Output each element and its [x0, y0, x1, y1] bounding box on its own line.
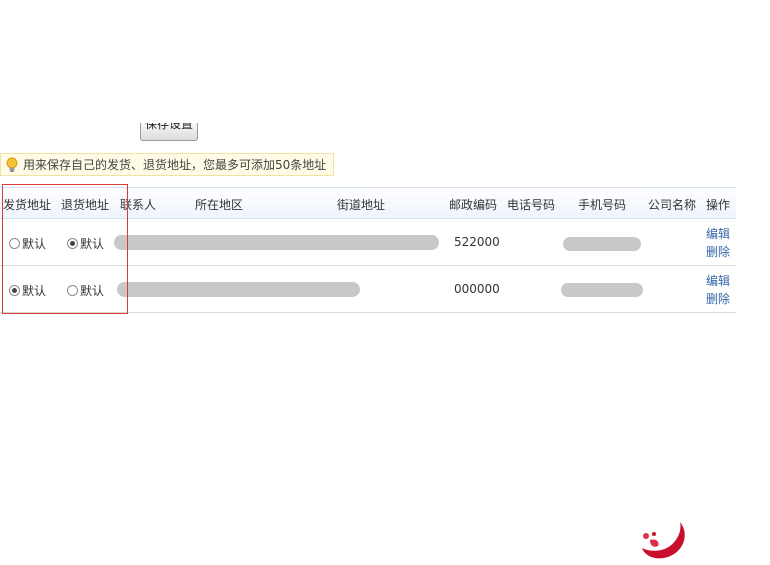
postal-code: 000000 [454, 282, 500, 296]
tip-text: 用来保存自己的发货、退货地址，您最多可添加50条地址 [23, 158, 327, 172]
header-postal-code: 邮政编码 [449, 198, 498, 212]
brand-logo-icon [636, 518, 692, 565]
redacted-mobile [561, 283, 643, 297]
tip-banner: 用来保存自己的发货、退货地址，您最多可添加50条地址 [0, 153, 334, 176]
postal-code: 522000 [454, 235, 500, 249]
header-street: 街道地址 [337, 198, 386, 212]
header-region: 所在地区 [195, 198, 244, 212]
lightbulb-icon [3, 157, 21, 173]
header-mobile: 手机号码 [578, 198, 627, 212]
delete-link[interactable]: 删除 [706, 243, 730, 260]
save-settings-button[interactable]: 保存设置 [140, 123, 198, 141]
header-actions: 操作 [706, 198, 731, 212]
header-company: 公司名称 [648, 198, 697, 212]
delete-link[interactable]: 删除 [706, 290, 730, 307]
edit-link[interactable]: 编辑 [706, 272, 730, 289]
redacted-address [114, 235, 439, 250]
edit-link[interactable]: 编辑 [706, 225, 730, 242]
redacted-mobile [563, 237, 641, 251]
header-phone: 电话号码 [507, 198, 556, 212]
annotation-highlight-box [2, 184, 128, 314]
redacted-address [117, 282, 360, 297]
